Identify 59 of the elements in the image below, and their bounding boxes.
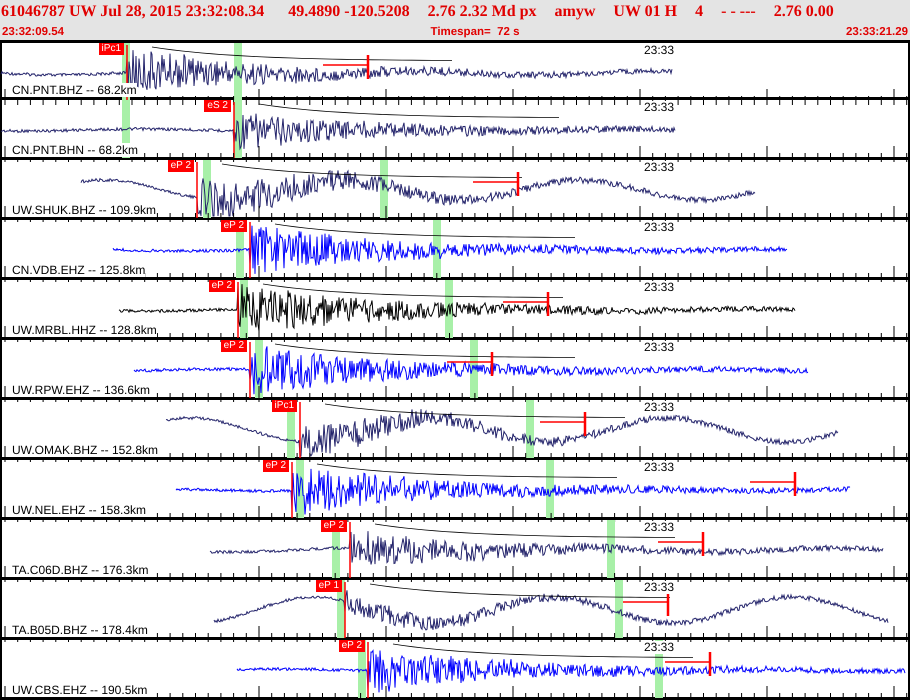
- channel-label: UW.NEL.EHZ -- 158.3km: [12, 503, 146, 517]
- time-label: 23:33: [644, 581, 674, 594]
- pick-label[interactable]: iPc1: [98, 43, 124, 55]
- pick-line[interactable]: [233, 102, 235, 158]
- pick-window-band: [546, 460, 554, 518]
- time-label: 23:33: [644, 401, 674, 414]
- time-label: 23:33: [644, 101, 674, 114]
- pick-label[interactable]: eP 2: [168, 160, 194, 172]
- time-label: 23:33: [644, 221, 674, 234]
- secondary-pick-marker: [750, 472, 796, 496]
- time-label: 23:33: [644, 281, 674, 294]
- pick-label[interactable]: iPc1: [272, 400, 297, 412]
- pick-label[interactable]: eP 2: [220, 340, 247, 352]
- time-label: 23:33: [644, 641, 674, 654]
- secondary-pick-marker: [623, 592, 670, 616]
- event-info: amyw: [554, 3, 596, 21]
- pick-label[interactable]: eS 2: [204, 100, 231, 112]
- pick-window-band: [433, 220, 441, 278]
- secondary-pick-marker: [658, 532, 704, 556]
- event-info: 2.76 0.00: [774, 3, 834, 21]
- time-label: 23:33: [644, 44, 674, 57]
- pick-window-band: [615, 580, 623, 638]
- event-info: UW 01 H: [613, 3, 678, 21]
- event-info: - - ---: [721, 3, 756, 21]
- pick-window-band: [526, 400, 534, 458]
- channel-label: CN.VDB.EHZ -- 125.8km: [12, 263, 146, 277]
- secondary-pick-marker: [540, 412, 586, 436]
- channel-label: CN.PNT.BHN -- 68.2km: [12, 143, 138, 157]
- pick-window-band: [607, 520, 615, 578]
- secondary-pick-marker: [323, 55, 370, 79]
- pick-label[interactable]: eP 2: [262, 460, 289, 472]
- pick-label[interactable]: eP 2: [320, 520, 347, 532]
- start-time: 23:32:09.54: [2, 26, 64, 38]
- channel-label: UW.MRBL.HHZ -- 128.8km: [12, 323, 157, 337]
- pick-label[interactable]: eP 1: [316, 580, 342, 592]
- event-info: 4: [695, 3, 704, 21]
- channel-label: TA.B05D.BHZ -- 178.4km: [12, 623, 148, 637]
- channel-label: UW.OMAK.BHZ -- 152.8km: [12, 443, 158, 457]
- pick-label[interactable]: eP 2: [208, 280, 235, 292]
- pick-label[interactable]: eP 2: [338, 640, 365, 652]
- event-info: 2.76 2.32 Md px: [428, 3, 536, 21]
- secondary-pick-marker: [473, 172, 520, 196]
- event-info: 49.4890 -120.5208: [288, 3, 410, 21]
- time-label: 23:33: [644, 461, 674, 474]
- time-label: 23:33: [644, 341, 674, 354]
- event-info: 61046787 UW Jul 28, 2015 23:32:08.34: [1, 3, 264, 21]
- secondary-pick-marker: [503, 292, 550, 316]
- timespan-label: Timespan= 72 s: [430, 26, 520, 38]
- pick-label[interactable]: eP 2: [220, 220, 247, 232]
- end-time: 23:33:21.29: [846, 26, 908, 38]
- time-label: 23:33: [644, 161, 674, 174]
- secondary-pick-marker: [447, 352, 494, 376]
- channel-label: UW.RPW.EHZ -- 136.6km: [12, 383, 150, 397]
- channel-label: UW.CBS.EHZ -- 190.5km: [12, 683, 148, 697]
- time-label: 23:33: [644, 521, 674, 534]
- channel-label: TA.C06D.BHZ -- 176.3km: [12, 563, 148, 577]
- channel-label: UW.SHUK.BHZ -- 109.9km: [12, 203, 156, 217]
- channel-label: CN.PNT.BHZ -- 68.2km: [12, 83, 137, 97]
- secondary-pick-marker: [665, 652, 712, 676]
